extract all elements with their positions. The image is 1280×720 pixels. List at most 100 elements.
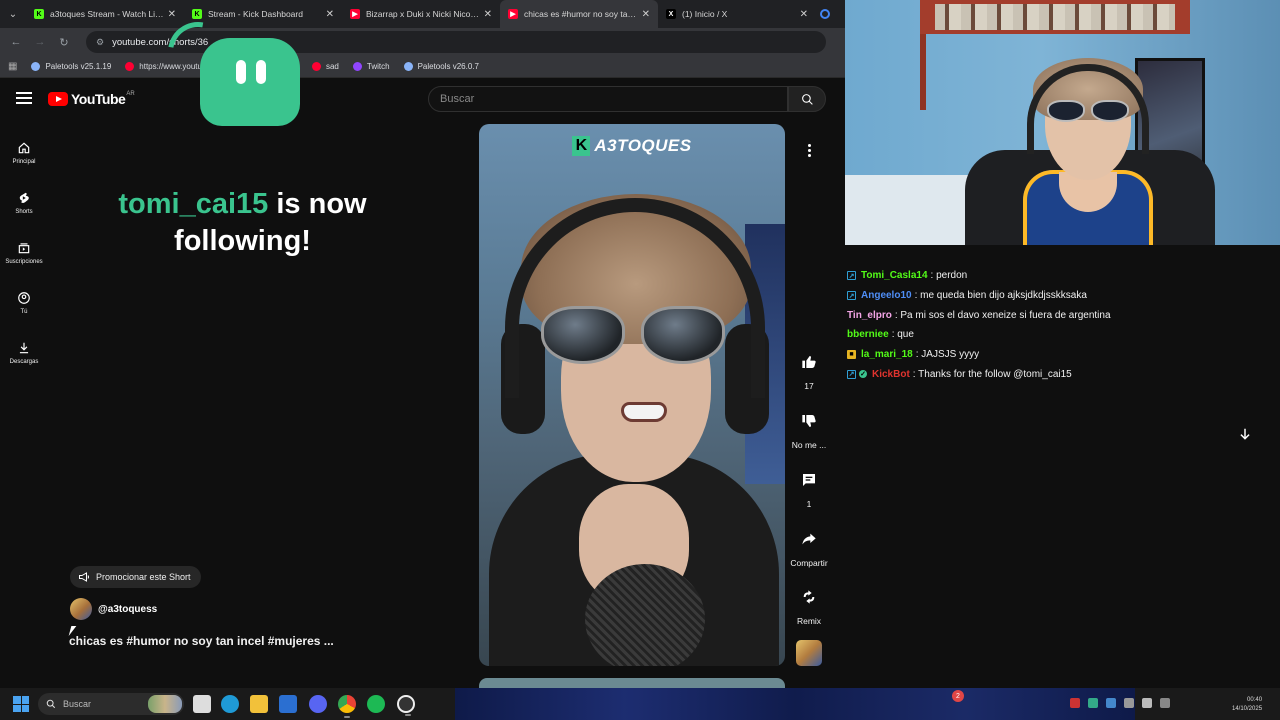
tab-close-icon[interactable]: ✕ — [326, 9, 334, 20]
spotify-icon[interactable] — [367, 695, 385, 713]
comments-button[interactable]: 1 — [783, 472, 835, 509]
task-view-icon[interactable] — [193, 695, 211, 713]
share-button[interactable]: Compartir — [783, 531, 835, 568]
dislike-button[interactable]: No me ... — [783, 413, 835, 450]
bookmark-label: Twitch — [366, 62, 390, 71]
like-button[interactable]: 17 — [783, 354, 835, 391]
tab-title: chicas es #humor no soy tan in — [524, 9, 638, 19]
tab-close-icon[interactable]: ✕ — [168, 9, 176, 20]
chrome-icon[interactable] — [338, 695, 356, 718]
bookmark-item[interactable]: sad — [311, 62, 339, 71]
volume-icon[interactable] — [1142, 698, 1152, 708]
bookmark-item[interactable]: Paletools v25.1.19 — [31, 62, 111, 71]
verified-badge-icon: ✓ — [859, 370, 867, 379]
chat-text: : JAJSJS yyyy — [915, 349, 980, 361]
nav-label: Principal — [12, 159, 36, 165]
short-title[interactable]: chicas es #humor no soy tan incel #mujer… — [69, 634, 334, 648]
dislike-label: No me ... — [791, 440, 827, 450]
channel-info[interactable]: @a3toquess — [70, 598, 157, 620]
browser-tab[interactable]: ▶ chicas es #humor no soy tan in ✕ — [500, 0, 658, 28]
chat-text: : que — [891, 329, 914, 341]
bluetooth-icon[interactable] — [1106, 698, 1116, 708]
bookmark-item[interactable]: Twitch — [352, 62, 390, 71]
wifi-icon[interactable] — [1124, 698, 1134, 708]
comment-icon — [803, 474, 815, 486]
taskbar-clock[interactable]: 00:40 14/10/2025 — [1232, 696, 1262, 714]
battery-icon[interactable] — [1160, 698, 1170, 708]
discord-icon[interactable] — [309, 695, 327, 713]
tab-close-icon[interactable]: ✕ — [800, 9, 808, 20]
nav-item-tu[interactable]: Tú — [0, 278, 48, 328]
reload-icon[interactable]: ↻ — [54, 32, 74, 52]
tab-favicon-icon: K — [34, 9, 44, 19]
shorts-icon — [19, 192, 29, 203]
chat-username[interactable]: Angeelo10 — [861, 290, 912, 301]
follow-alert-line1: is now — [268, 188, 367, 220]
follow-alert: tomi_cai15 is now following! — [60, 186, 425, 260]
bookmark-favicon-icon — [125, 62, 135, 71]
thumbs-down-icon — [802, 415, 816, 427]
share-label: Compartir — [790, 558, 828, 568]
microsoft-store-icon[interactable] — [279, 695, 297, 713]
arrow-down-icon — [1240, 428, 1250, 440]
system-tray[interactable] — [1070, 698, 1170, 708]
obs-icon[interactable] — [397, 695, 415, 716]
chat-username[interactable]: la_mari_18 — [861, 349, 913, 360]
apps-grid-icon[interactable]: ▦ — [8, 61, 17, 72]
tab-search-chevron-icon[interactable]: ⌄ — [0, 0, 26, 28]
file-explorer-icon[interactable] — [250, 695, 268, 713]
tray-app-icon[interactable] — [1088, 698, 1098, 708]
more-options-button[interactable] — [795, 136, 823, 164]
chat-message: ↗ Angeelo10: me queda bien dijo ajksjdkdj… — [845, 286, 1265, 306]
clock-time: 00:40 — [1247, 697, 1263, 703]
browser-tab[interactable]: Ka3toques Stream - Watch Live o ✕ — [26, 0, 184, 28]
channel-handle[interactable]: @a3toquess — [98, 604, 157, 615]
scroll-to-bottom-button[interactable] — [1233, 422, 1257, 446]
forward-icon[interactable]: → — [30, 32, 50, 52]
google-icon — [820, 9, 830, 19]
tray-app-icon[interactable] — [1070, 698, 1080, 708]
stream-chat: ↗ Tomi_Casla14: perdon ↗ Angeelo10: me qued… — [845, 266, 1265, 384]
tab-google[interactable] — [816, 0, 836, 28]
site-info-icon[interactable]: ⚙ — [96, 37, 104, 48]
nav-item-principal[interactable]: Principal — [0, 128, 48, 178]
nav-item-descargas[interactable]: Descargas — [0, 328, 48, 378]
youtube-wordmark: YouTube — [71, 91, 126, 107]
edge-icon[interactable] — [221, 695, 239, 713]
search-input[interactable]: Buscar — [428, 86, 788, 112]
clock-date: 14/10/2025 — [1232, 706, 1263, 712]
chat-username[interactable]: Tomi_Casla14 — [861, 270, 928, 281]
bookmark-item[interactable]: Paletools v26.0.7 — [403, 62, 479, 71]
nav-label: Tú — [20, 309, 28, 315]
tab-title: Stream - Kick Dashboard — [208, 9, 303, 19]
back-icon[interactable]: ← — [6, 32, 26, 52]
bookmark-favicon-icon — [31, 62, 41, 71]
browser-toolbar: ← → ↻ ⚙ youtube.com/shorts/36 — [0, 28, 845, 56]
promote-short-button[interactable]: Promocionar este Short — [70, 566, 201, 588]
nav-item-shorts[interactable]: Shorts — [0, 178, 48, 228]
video-microphone — [585, 564, 705, 666]
tab-close-icon[interactable]: ✕ — [484, 9, 492, 20]
windows-taskbar: Buscar 2 00:40 14/10/2025 — [0, 688, 1280, 720]
windows-start-icon[interactable] — [13, 696, 29, 712]
chat-username[interactable]: bbernieе — [847, 329, 889, 340]
bookmark-favicon-icon — [311, 62, 321, 71]
taskbar-search-box[interactable]: Buscar — [38, 693, 184, 715]
avatar[interactable] — [70, 598, 92, 620]
video-watermark: K A3TOQUES — [479, 136, 785, 156]
tab-close-icon[interactable]: ✕ — [642, 9, 650, 20]
remix-button[interactable]: Remix — [783, 589, 835, 626]
chat-username[interactable]: KickBot — [872, 369, 910, 380]
bookmarks-bar: ▦ Paletools v25.1.19 https://www.youtu sad… — [0, 56, 845, 78]
tab-favicon-icon: ▶ — [508, 9, 518, 19]
browser-tab[interactable]: X (1) Inicio / X ✕ — [658, 0, 816, 28]
menu-icon[interactable] — [16, 92, 32, 104]
youtube-header: YouTube AR Buscar — [0, 80, 845, 120]
youtube-logo[interactable]: YouTube AR — [48, 91, 135, 107]
browser-tab[interactable]: ▶ Bizarrap x Duki x Nicki Nicole - ✕ — [342, 0, 500, 28]
channel-avatar-button[interactable] — [796, 640, 822, 666]
search-button[interactable] — [788, 86, 826, 112]
nav-item-suscripciones[interactable]: Suscripciones — [0, 228, 48, 278]
chat-username[interactable]: Tin_elpro — [847, 310, 892, 321]
short-video-player[interactable]: K A3TOQUES — [479, 124, 785, 666]
